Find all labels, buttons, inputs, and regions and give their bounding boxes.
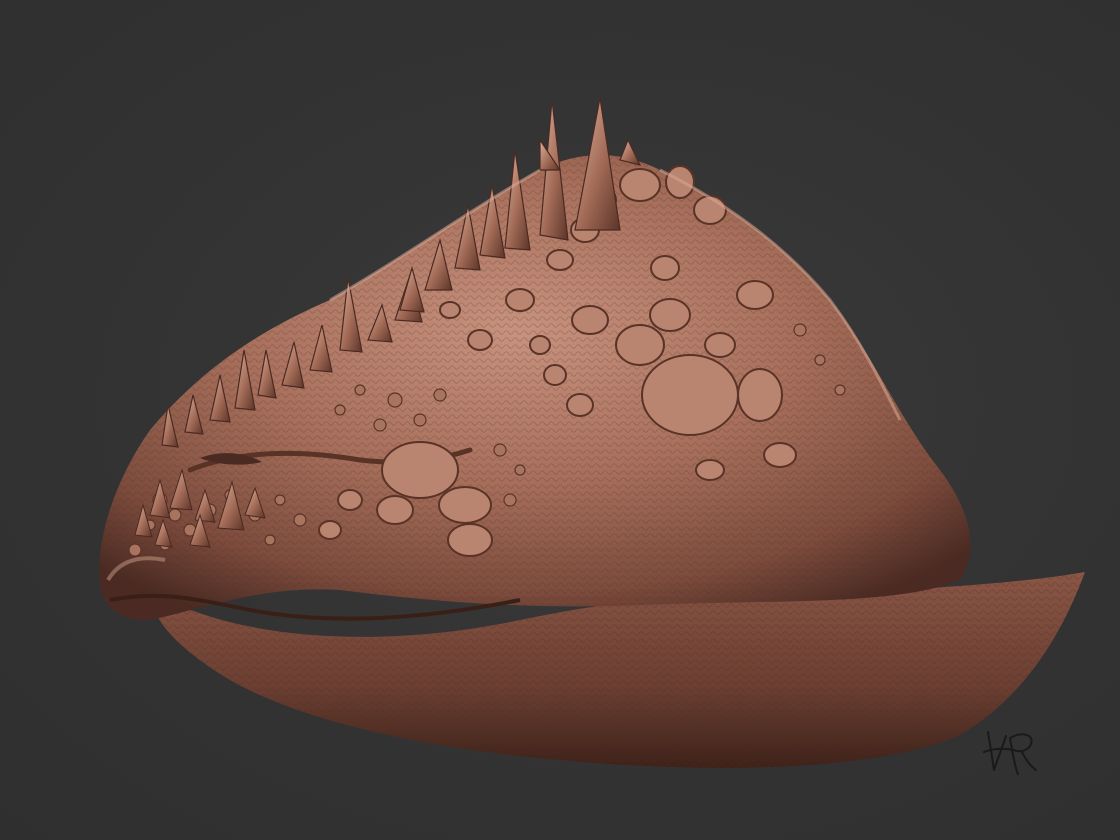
signature-stroke — [983, 731, 1037, 775]
sculpt-render — [99, 97, 1085, 768]
artist-signature — [983, 731, 1037, 775]
viewport — [0, 0, 1120, 840]
